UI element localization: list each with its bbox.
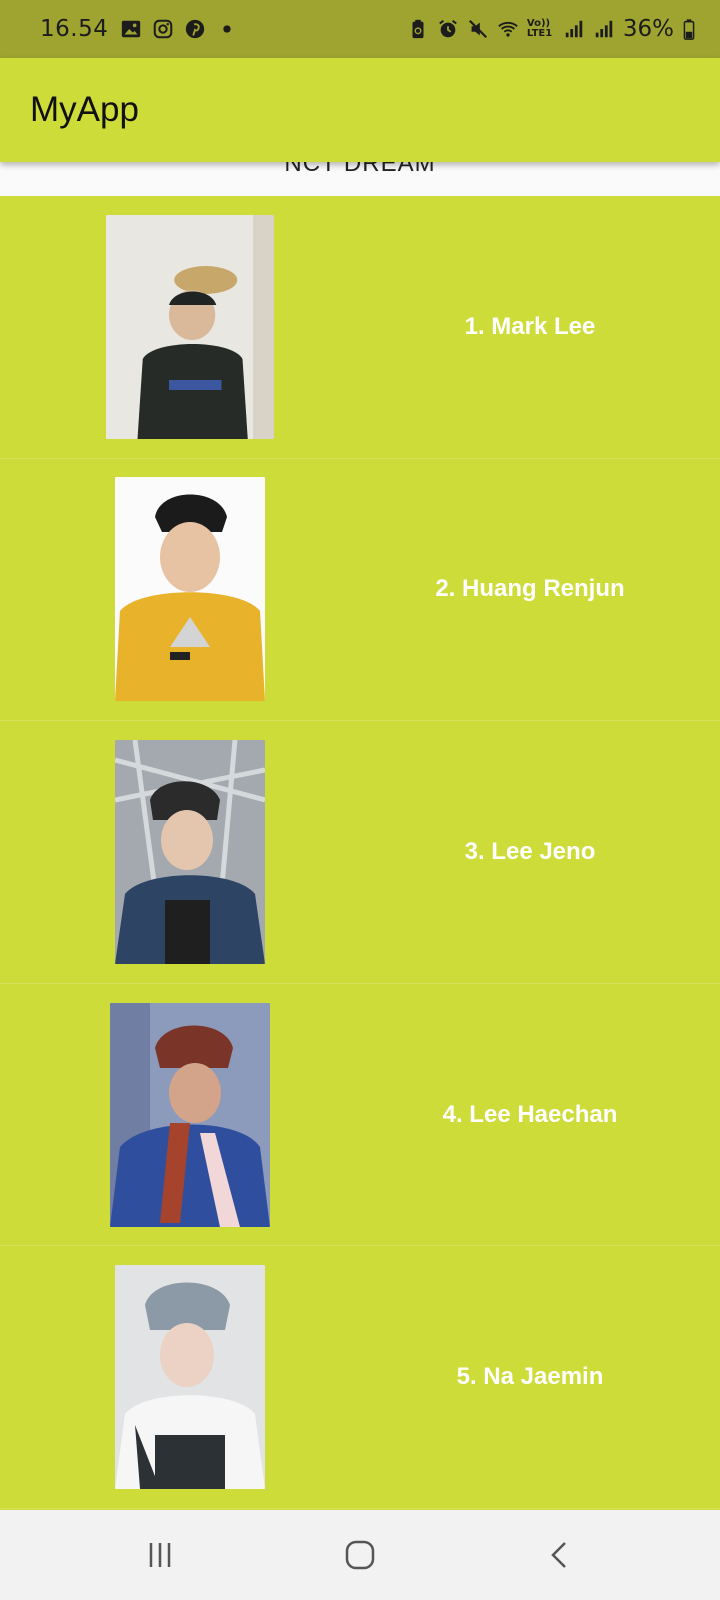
name-cell: 1. Mark Lee bbox=[380, 313, 720, 341]
volte-label: Vo)) LTE1 bbox=[526, 18, 553, 39]
gallery-icon bbox=[120, 18, 142, 40]
photo-cell bbox=[0, 1002, 380, 1227]
member-name: 3. Lee Jeno bbox=[464, 837, 596, 865]
photo-cell bbox=[0, 477, 380, 702]
app-bar: MyApp bbox=[0, 58, 720, 162]
name-cell: 3. Lee Jeno bbox=[380, 838, 720, 866]
member-name: 2. Huang Renjun bbox=[435, 575, 625, 603]
recent-apps-icon bbox=[149, 1543, 171, 1567]
list-item[interactable]: 4. Lee Haechan bbox=[0, 984, 720, 1247]
status-left-icons bbox=[120, 18, 238, 40]
member-photo bbox=[106, 214, 274, 439]
member-name: 1. Mark Lee bbox=[464, 312, 596, 340]
recent-apps-button[interactable] bbox=[130, 1525, 190, 1585]
app-title: MyApp bbox=[30, 90, 139, 129]
home-icon bbox=[345, 1540, 375, 1570]
member-name: 4. Lee Haechan bbox=[442, 1100, 618, 1128]
member-list[interactable]: 1. Mark Lee 2. Huang Renjun 3. Lee Jeno … bbox=[0, 196, 720, 1509]
member-photo bbox=[115, 477, 265, 702]
mute-icon bbox=[467, 18, 489, 40]
member-photo bbox=[115, 1265, 265, 1490]
back-icon bbox=[551, 1542, 566, 1568]
battery-saver-icon bbox=[407, 18, 429, 40]
pinterest-icon bbox=[184, 18, 206, 40]
nav-bar bbox=[0, 1510, 720, 1600]
member-photo bbox=[110, 1002, 270, 1227]
member-name: 5. Na Jaemin bbox=[456, 1363, 604, 1391]
status-bar: 16.54 Vo)) LTE1 36% bbox=[0, 0, 720, 58]
list-item[interactable]: 5. Na Jaemin bbox=[0, 1246, 720, 1509]
battery-icon bbox=[682, 18, 696, 40]
home-button[interactable] bbox=[330, 1525, 390, 1585]
instagram-icon bbox=[152, 18, 174, 40]
photo-cell bbox=[0, 739, 380, 964]
alarm-icon bbox=[437, 18, 459, 40]
member-photo bbox=[115, 739, 265, 964]
dot-icon bbox=[216, 18, 238, 40]
signal-icon-2 bbox=[593, 18, 615, 40]
name-cell: 4. Lee Haechan bbox=[380, 1101, 720, 1129]
list-item[interactable]: 1. Mark Lee bbox=[0, 196, 720, 459]
wifi-icon bbox=[497, 18, 519, 40]
battery-percent: 36% bbox=[622, 16, 674, 42]
list-item[interactable]: 3. Lee Jeno bbox=[0, 721, 720, 984]
photo-cell bbox=[0, 1265, 380, 1490]
name-cell: 2. Huang Renjun bbox=[380, 575, 720, 603]
back-button[interactable] bbox=[530, 1525, 590, 1585]
status-right-icons: Vo)) LTE1 36% bbox=[407, 16, 696, 42]
list-item[interactable]: 2. Huang Renjun bbox=[0, 459, 720, 722]
signal-icon bbox=[563, 18, 585, 40]
photo-cell bbox=[0, 214, 380, 439]
status-time: 16.54 bbox=[40, 16, 109, 42]
name-cell: 5. Na Jaemin bbox=[380, 1363, 720, 1391]
